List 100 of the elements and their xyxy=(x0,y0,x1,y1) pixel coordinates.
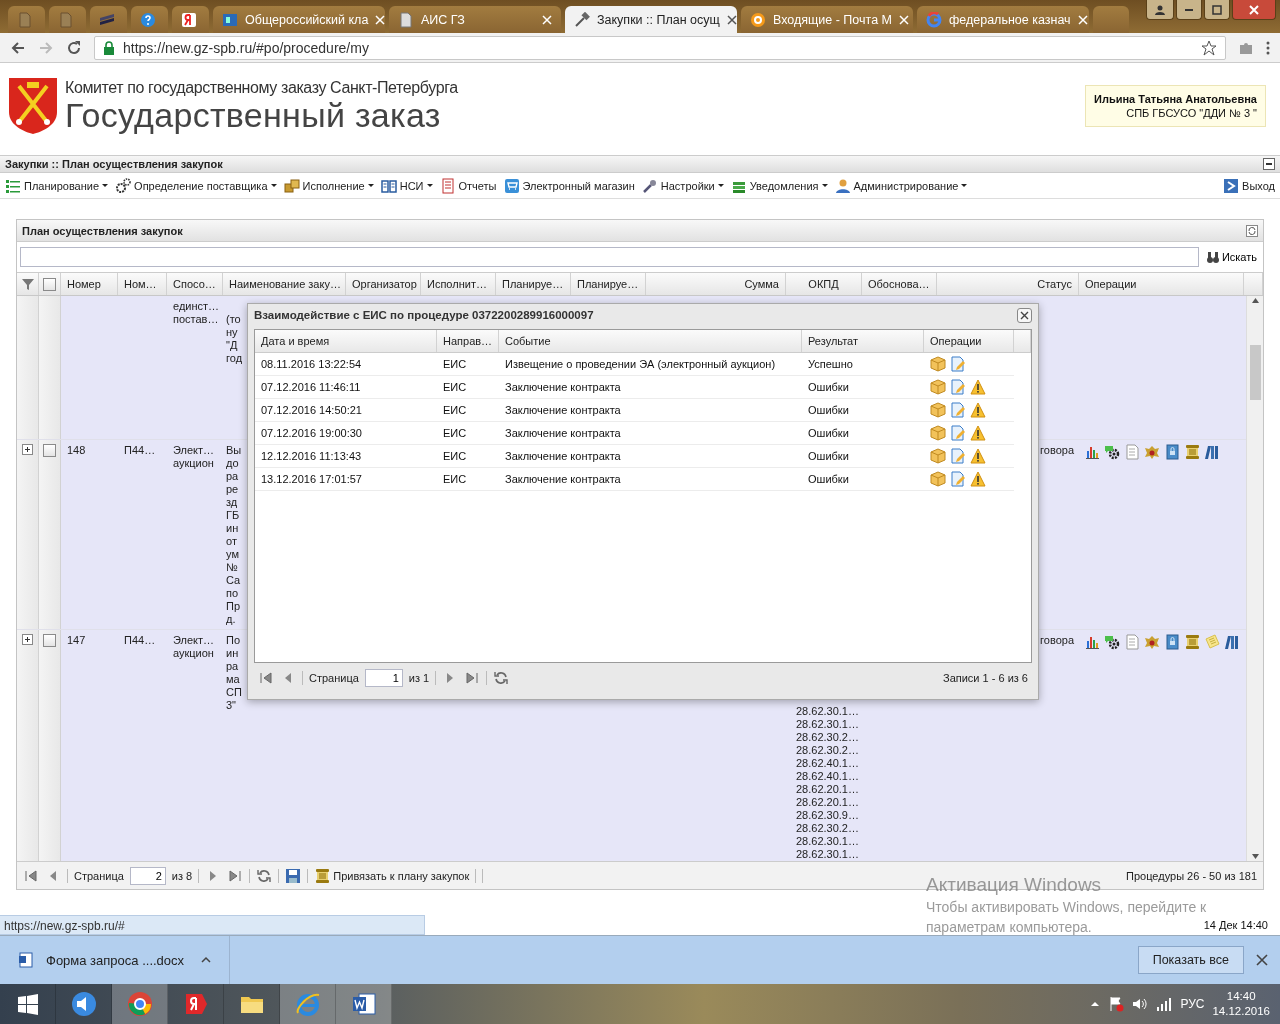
reload-button[interactable] xyxy=(66,39,82,56)
expand-row-icon[interactable] xyxy=(22,444,33,455)
column-header[interactable]: Дата и время xyxy=(255,330,437,352)
scrollbar-thumb[interactable] xyxy=(1249,345,1261,400)
column-header[interactable]: Организатор xyxy=(346,273,421,295)
package-icon[interactable] xyxy=(930,448,946,464)
checkbox[interactable] xyxy=(43,444,56,457)
search-button[interactable]: Искать xyxy=(1202,250,1260,264)
taskbar-app[interactable] xyxy=(336,984,392,1024)
menu-item[interactable]: Исполнение xyxy=(282,177,375,194)
gear-icon[interactable] xyxy=(1104,634,1120,650)
package-icon[interactable] xyxy=(930,402,946,418)
package-icon[interactable] xyxy=(930,379,946,395)
exit-button[interactable]: Выход xyxy=(1222,177,1276,194)
search-field[interactable] xyxy=(20,247,1199,267)
column-header[interactable]: Наименование заку… xyxy=(223,273,346,295)
flag-icon[interactable] xyxy=(1108,996,1125,1012)
warning-icon[interactable] xyxy=(970,425,986,441)
menu-item[interactable]: Администрирование xyxy=(833,177,969,194)
edit-document-icon[interactable] xyxy=(950,356,966,372)
browser-tab[interactable]: АИС ГЗ xyxy=(389,6,561,33)
column-header[interactable]: Обоснова… xyxy=(862,273,937,295)
lock-document-icon[interactable] xyxy=(1164,634,1180,650)
menu-item[interactable]: Планирование xyxy=(4,177,110,194)
browser-tab[interactable]: федеральное казнач xyxy=(917,6,1089,33)
profile-button[interactable] xyxy=(1146,0,1174,20)
page-field[interactable]: 1 xyxy=(364,669,403,687)
gear-icon[interactable] xyxy=(1104,444,1120,460)
column-header[interactable]: Спосо… xyxy=(167,273,223,295)
warning-icon[interactable] xyxy=(970,448,986,464)
column-header[interactable]: Сумма xyxy=(646,273,786,295)
show-all-button[interactable]: Показать все xyxy=(1137,946,1244,974)
scroll-icon[interactable] xyxy=(1184,444,1200,460)
close-button[interactable] xyxy=(1017,307,1032,323)
expand-row-icon[interactable] xyxy=(22,634,33,645)
refresh-icon[interactable] xyxy=(256,867,273,884)
back-button[interactable] xyxy=(10,39,26,56)
caret-up-icon[interactable] xyxy=(1090,999,1101,1009)
maximize-button[interactable] xyxy=(1204,0,1230,20)
menu-item[interactable]: Отчеты xyxy=(438,177,498,194)
menu-button[interactable] xyxy=(1266,39,1270,56)
warning-icon[interactable] xyxy=(970,471,986,487)
first-page-icon[interactable] xyxy=(258,670,274,686)
column-header[interactable]: Операции xyxy=(1079,273,1244,295)
minimize-button[interactable] xyxy=(1176,0,1202,20)
filter-icon[interactable] xyxy=(20,277,35,291)
menu-item[interactable]: Настройки xyxy=(640,177,725,194)
language-indicator[interactable]: РУС xyxy=(1180,997,1205,1011)
refresh-icon[interactable] xyxy=(1246,224,1258,237)
column-header[interactable]: ОКПД xyxy=(786,273,862,295)
column-header[interactable]: Событие xyxy=(499,330,802,352)
bar-chart-icon[interactable] xyxy=(1084,634,1100,650)
warning-icon[interactable] xyxy=(970,402,986,418)
signal-icon[interactable] xyxy=(1156,996,1173,1012)
column-header[interactable]: Номер xyxy=(61,273,118,295)
browser-tab[interactable]: Общероссийский кла xyxy=(213,6,385,33)
pinned-tab[interactable] xyxy=(172,6,209,33)
collapse-icon[interactable] xyxy=(1263,158,1275,170)
package-icon[interactable] xyxy=(930,471,946,487)
warning-icon[interactable] xyxy=(970,379,986,395)
column-header[interactable]: Планируе… xyxy=(571,273,646,295)
emblem-icon[interactable] xyxy=(1144,444,1160,460)
bar-chart-icon[interactable] xyxy=(1084,444,1100,460)
scroll-icon[interactable] xyxy=(1184,634,1200,650)
volume-icon[interactable] xyxy=(1132,996,1149,1012)
package-icon[interactable] xyxy=(930,425,946,441)
column-header[interactable]: Статус xyxy=(937,273,1079,295)
checkbox[interactable] xyxy=(43,634,56,647)
binders-icon[interactable] xyxy=(1204,444,1220,460)
lock-document-icon[interactable] xyxy=(1164,444,1180,460)
word-icon xyxy=(350,991,377,1017)
last-page-icon[interactable] xyxy=(227,867,244,884)
clock[interactable]: 14:40 14.12.2016 xyxy=(1212,989,1270,1019)
column-header[interactable]: Планируе… xyxy=(496,273,571,295)
link-to-plan-button[interactable]: Привязать к плану закупок xyxy=(314,867,470,884)
pinned-tab[interactable] xyxy=(131,6,168,33)
last-page-icon[interactable] xyxy=(464,670,481,686)
menu-item[interactable]: Электронный магазин xyxy=(502,177,636,194)
close-button[interactable] xyxy=(1232,0,1276,20)
package-icon[interactable] xyxy=(930,356,946,372)
browser-tab[interactable]: Закупки :: План осущ xyxy=(565,6,737,33)
address-field[interactable]: https://new.gz-spb.ru/#po/procedure/my xyxy=(94,35,1226,60)
save-icon[interactable] xyxy=(285,867,302,884)
column-header[interactable]: Результат xyxy=(802,330,924,352)
browser-tab[interactable]: Входящие - Почта М xyxy=(741,6,913,33)
column-header[interactable]: Направ… xyxy=(437,330,499,352)
close-icon[interactable] xyxy=(726,14,737,25)
checkbox[interactable] xyxy=(43,277,56,291)
menu-item[interactable]: Уведомления xyxy=(729,177,829,194)
refresh-icon[interactable] xyxy=(493,670,510,686)
menu-item[interactable]: Определение поставщика xyxy=(114,177,278,194)
page-field[interactable]: 2 xyxy=(129,866,166,885)
binders-icon[interactable] xyxy=(1224,634,1240,650)
pinned-tab[interactable] xyxy=(90,6,127,33)
emblem-icon[interactable] xyxy=(1144,634,1160,650)
column-header[interactable]: Исполнит… xyxy=(421,273,496,295)
first-page-icon[interactable] xyxy=(23,867,39,884)
column-header[interactable]: Операции xyxy=(924,330,1014,352)
column-header[interactable]: Ном… xyxy=(118,273,167,295)
menu-item[interactable]: НСИ xyxy=(379,177,434,194)
